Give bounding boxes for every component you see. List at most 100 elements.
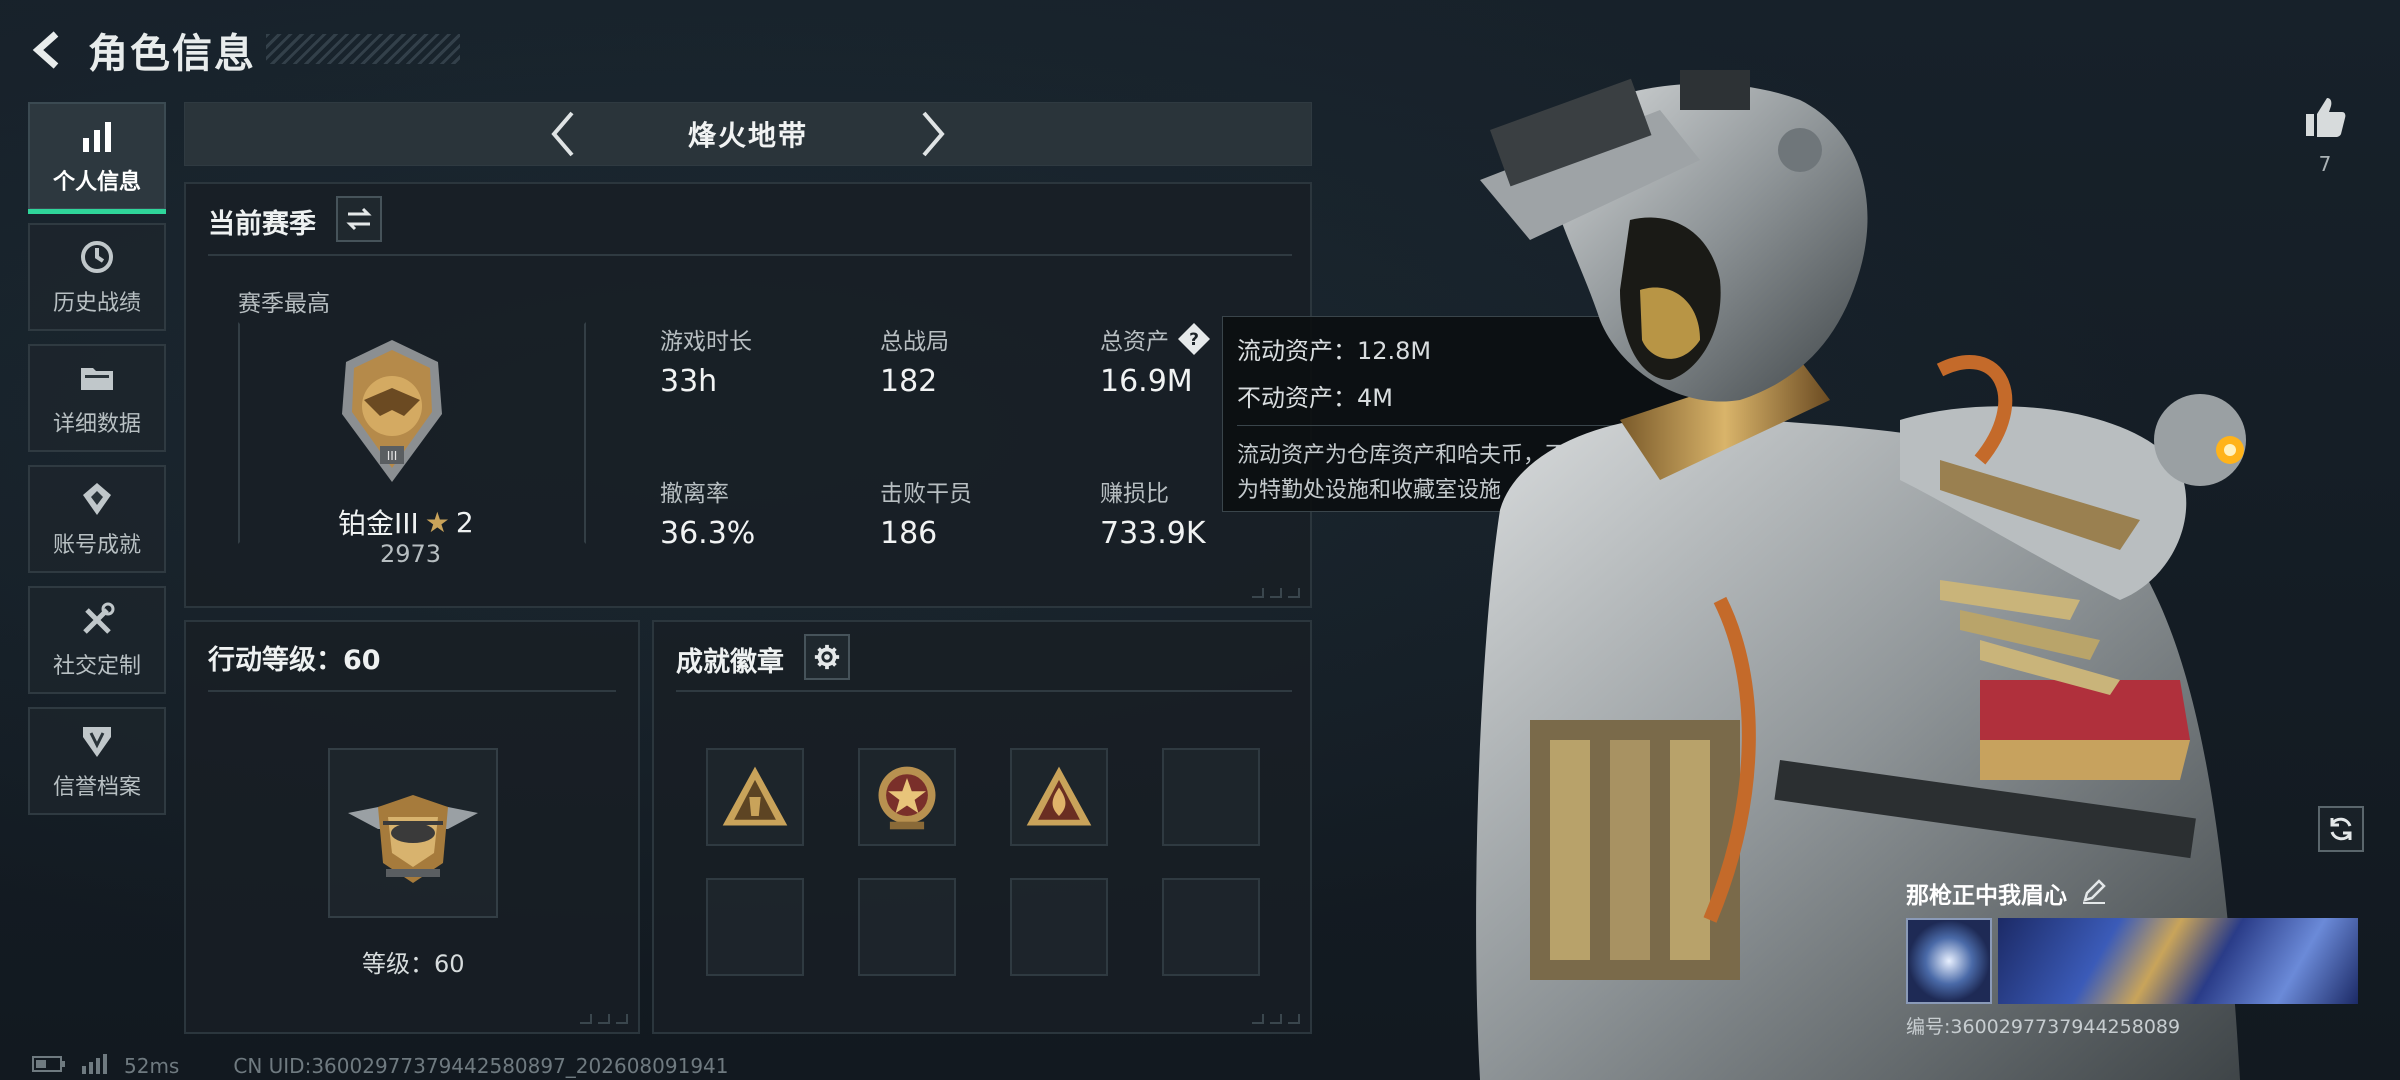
svg-text:III: III xyxy=(387,449,398,463)
stat-extract-rate: 撤离率 36.3% xyxy=(660,474,755,551)
season-best-label: 赛季最高 xyxy=(238,291,330,317)
season-switch-button[interactable] xyxy=(336,196,382,242)
stat-profit-ratio: 赚损比 733.9K xyxy=(1100,474,1206,551)
season-title: 当前赛季 xyxy=(208,209,316,240)
action-level-title: 行动等级：60 xyxy=(208,645,381,676)
nav-item-social-custom[interactable]: 社交定制 xyxy=(28,586,166,694)
fire-badge-icon xyxy=(1026,766,1092,826)
signal-icon xyxy=(80,1052,110,1079)
achievement-icon xyxy=(77,479,117,519)
like-count: 7 xyxy=(2318,152,2332,176)
nav-label: 信誉档案 xyxy=(52,775,141,800)
side-nav: 个人信息 历史战绩 详细数据 账号成就 社交定制 信誉档案 xyxy=(28,102,166,828)
nav-item-history[interactable]: 历史战绩 xyxy=(28,223,166,331)
badge-grid xyxy=(706,748,1260,976)
back-arrow-icon[interactable] xyxy=(26,28,70,72)
divider xyxy=(676,690,1292,692)
stat-label: 击败干员 xyxy=(880,481,972,507)
refresh-button[interactable] xyxy=(2318,806,2364,852)
achievement-badges-panel: 成就徽章 xyxy=(652,620,1312,1034)
triangle-badge-icon xyxy=(722,766,788,826)
tools-icon xyxy=(77,600,117,640)
star-icon: ★ xyxy=(424,505,450,539)
rank-name: 铂金III xyxy=(338,507,419,540)
stat-value: 186 xyxy=(880,516,938,551)
stat-label: 撤离率 xyxy=(660,481,729,507)
nav-label: 账号成就 xyxy=(52,533,141,558)
stat-total-assets: 总资产 ? 16.9M xyxy=(1100,322,1211,399)
action-level-label: 等级：60 xyxy=(362,950,465,978)
badge-slot-empty[interactable] xyxy=(706,878,804,976)
star-badge-icon xyxy=(878,766,936,830)
gear-icon xyxy=(814,644,840,670)
badge-slot[interactable] xyxy=(1010,748,1108,846)
bar-chart-icon xyxy=(77,116,117,156)
stat-value: 33h xyxy=(660,364,718,399)
badge-slot-empty[interactable] xyxy=(1010,878,1108,976)
player-avatar[interactable] xyxy=(1906,918,1992,1004)
battery-icon xyxy=(32,1054,66,1078)
nav-item-personal-info[interactable]: 个人信息 xyxy=(28,102,166,214)
player-name: 那枪正中我眉心 xyxy=(1906,883,2067,909)
chevron-left-icon xyxy=(551,111,574,157)
mode-next-button[interactable] xyxy=(908,106,958,162)
edit-name-icon[interactable] xyxy=(2081,878,2107,908)
stat-value: 16.9M xyxy=(1100,364,1193,399)
nav-label: 社交定制 xyxy=(52,654,141,679)
corner-decoration xyxy=(580,1014,628,1024)
uid-text: CN UID:3600297737944258089​7_20260809194… xyxy=(233,1053,729,1078)
mode-selector: 烽火地带 xyxy=(184,102,1312,166)
svg-text:?: ? xyxy=(1189,330,1199,350)
history-clock-icon xyxy=(77,237,117,277)
status-bar: 52ms CN UID:3600297737944258089​7_202608… xyxy=(32,1052,729,1079)
nav-label: 个人信息 xyxy=(52,170,141,195)
refresh-icon xyxy=(2330,817,2352,841)
corner-decoration xyxy=(1252,1014,1300,1024)
divider xyxy=(208,254,1292,256)
badge-slot-empty[interactable] xyxy=(1162,878,1260,976)
player-id: 编号:3600297737944258089 xyxy=(1906,1016,2181,1038)
badge-slot-empty[interactable] xyxy=(1162,748,1260,846)
page-title: 角色信息 xyxy=(88,31,256,77)
stat-value: 182 xyxy=(880,364,938,399)
stat-value: 36.3% xyxy=(660,516,756,551)
nav-item-detailed-data[interactable]: 详细数据 xyxy=(28,344,166,452)
stat-total-matches: 总战局 182 xyxy=(880,322,949,399)
badge-slot[interactable] xyxy=(706,748,804,846)
ping-text: 52ms xyxy=(124,1053,180,1078)
action-level-emblem-icon xyxy=(328,748,498,918)
rank-stars: 2 xyxy=(455,505,474,539)
stat-kills: 击败干员 186 xyxy=(880,474,972,551)
nav-label: 详细数据 xyxy=(52,412,141,437)
stat-label: 总资产 xyxy=(1100,329,1169,355)
shield-icon xyxy=(77,721,117,761)
stat-label: 游戏时长 xyxy=(660,329,752,355)
title-decoration xyxy=(266,34,460,64)
badge-slot[interactable] xyxy=(858,748,956,846)
divider xyxy=(208,690,616,692)
mode-title: 烽火地带 xyxy=(687,119,808,152)
header: 角色信息 xyxy=(26,22,256,78)
nav-item-achievements[interactable]: 账号成就 xyxy=(28,465,166,573)
mode-prev-button[interactable] xyxy=(538,106,588,162)
help-icon[interactable]: ? xyxy=(1177,322,1211,356)
player-nameplate: 那枪正中我眉心 编号:3600297737944258089 xyxy=(1906,876,2366,1038)
rank-emblem-icon: III xyxy=(334,336,450,486)
badges-settings-button[interactable] xyxy=(804,634,850,680)
like-widget[interactable]: 7 xyxy=(2300,92,2350,176)
corner-decoration xyxy=(1252,588,1300,598)
badges-title: 成就徽章 xyxy=(676,647,784,678)
thumbs-up-icon xyxy=(2306,98,2346,137)
chevron-right-icon xyxy=(922,111,945,157)
folder-icon xyxy=(77,358,117,398)
action-level-panel: 行动等级：60 等级：60 xyxy=(184,620,640,1034)
badge-slot-empty[interactable] xyxy=(858,878,956,976)
rank-row: 铂金III ★ 2 xyxy=(338,502,474,542)
nav-label: 历史战绩 xyxy=(52,291,141,316)
player-banner[interactable] xyxy=(1998,918,2358,1004)
rank-score: 2973 xyxy=(380,540,442,568)
stat-label: 赚损比 xyxy=(1100,481,1169,507)
season-panel: 当前赛季 赛季最高 III 铂金III ★ 2 2973 游戏时长 33h 总战… xyxy=(184,182,1312,608)
swap-icon xyxy=(346,207,372,231)
nav-item-reputation[interactable]: 信誉档案 xyxy=(28,707,166,815)
